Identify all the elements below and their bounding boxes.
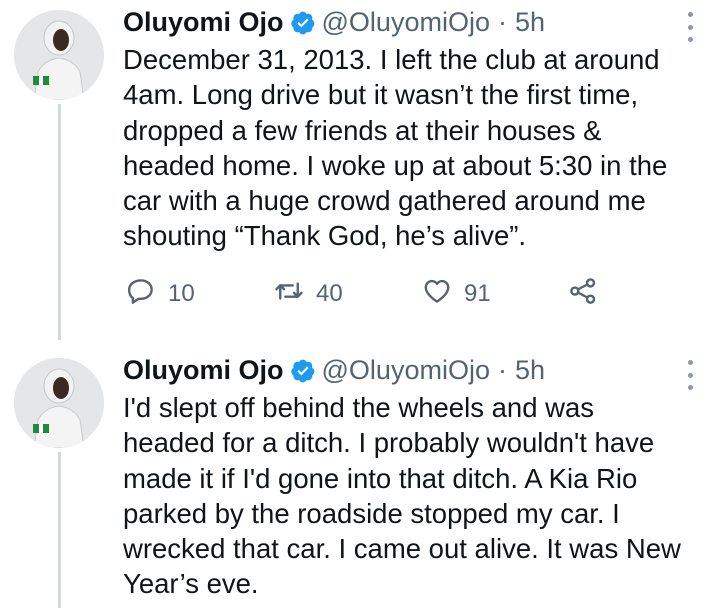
retweet-count: 40 <box>316 280 343 307</box>
author-handle[interactable]: @OluyomiOjo <box>322 352 490 388</box>
retweet-button[interactable]: 40 <box>274 274 343 314</box>
tweet-actions: 10 40 91 <box>126 274 626 314</box>
avatar[interactable] <box>14 358 104 448</box>
thread-connector <box>58 104 61 340</box>
timestamp[interactable]: 5h <box>515 4 545 40</box>
tweet-text: December 31, 2013. I left the club at ar… <box>123 44 668 252</box>
tweet-header: Oluyomi Ojo @OluyomiOjo · 5h <box>123 4 700 40</box>
separator-dot: · <box>497 7 507 37</box>
tweet-header: Oluyomi Ojo @OluyomiOjo · 5h <box>123 352 700 388</box>
thread-connector <box>58 452 61 608</box>
timestamp[interactable]: 5h <box>515 352 545 388</box>
reply-icon <box>126 276 156 313</box>
more-options-icon[interactable] <box>680 358 700 392</box>
author-name[interactable]: Oluyomi Ojo <box>123 352 284 388</box>
more-options-icon[interactable] <box>680 10 700 44</box>
verified-badge-icon <box>290 9 316 35</box>
tweet-text: I'd slept off behind the wheels and was … <box>123 392 681 600</box>
verified-badge-icon <box>290 357 316 383</box>
author-name[interactable]: Oluyomi Ojo <box>123 4 284 40</box>
author-handle[interactable]: @OluyomiOjo <box>322 4 490 40</box>
avatar[interactable] <box>14 10 104 100</box>
like-count: 91 <box>464 280 491 307</box>
reply-count: 10 <box>168 280 195 307</box>
share-icon <box>568 276 598 313</box>
retweet-icon <box>274 276 304 313</box>
reply-button[interactable]: 10 <box>126 274 195 314</box>
tweet[interactable]: Oluyomi Ojo @OluyomiOjo · 5h December 31… <box>0 0 720 340</box>
like-icon <box>422 276 452 313</box>
like-button[interactable]: 91 <box>422 274 491 314</box>
share-button[interactable] <box>568 274 598 314</box>
tweet[interactable]: Oluyomi Ojo @OluyomiOjo · 5h I'd slept o… <box>0 340 720 608</box>
separator-dot: · <box>497 355 507 385</box>
